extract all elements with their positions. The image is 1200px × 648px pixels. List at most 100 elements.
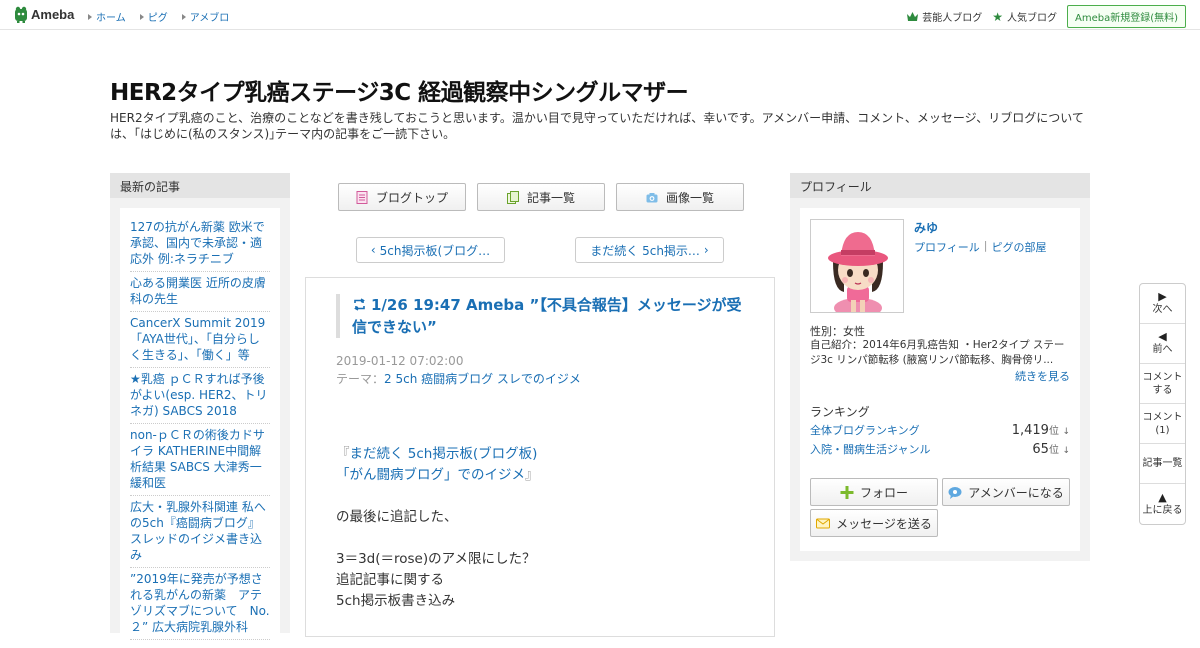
document-icon bbox=[356, 190, 368, 204]
follow-button[interactable]: フォロー bbox=[810, 478, 938, 506]
next-entry-float-button[interactable]: ▶ 次へ bbox=[1140, 284, 1185, 324]
previous-entry-label: 5ch掲示板(ブログ… bbox=[379, 243, 491, 258]
signup-button[interactable]: Ameba新規登録(無料) bbox=[1066, 5, 1186, 28]
arrow-down-icon: ↓ bbox=[1062, 446, 1070, 456]
comments-button[interactable]: コメント (1) bbox=[1140, 404, 1185, 444]
ranking-value: 1,419 bbox=[1011, 423, 1049, 438]
comments-label-1: コメント bbox=[1142, 411, 1183, 423]
speech-bubble-icon bbox=[948, 486, 962, 499]
read-more-link[interactable]: 続きを見る bbox=[1015, 368, 1070, 384]
quoted-entry-link[interactable]: まだ続く 5ch掲示板(ブログ板) bbox=[350, 446, 538, 462]
ranking-name[interactable]: 入院・闘病生活ジャンル bbox=[810, 441, 930, 457]
amember-label: アメンバーになる bbox=[968, 485, 1064, 500]
ranking-row: 全体ブログランキング 1,419位 ↓ bbox=[810, 422, 1070, 438]
chevron-left-icon: ‹ bbox=[370, 243, 376, 257]
tab-blog-top[interactable]: ブログトップ bbox=[338, 183, 466, 211]
global-header: Ameba ホーム ピグ アメブロ 芸能人ブログ ★ 人気ブログ Ameba新規… bbox=[0, 0, 1200, 30]
avatar[interactable] bbox=[810, 219, 904, 313]
recent-post-link[interactable]: CancerX Summit 2019 「AYA世代」、「自分らしく生きる」、「… bbox=[130, 316, 265, 362]
comments-count: (1) bbox=[1155, 424, 1170, 436]
profile-link[interactable]: プロフィール bbox=[914, 239, 980, 255]
recent-post-link[interactable]: ★乳癌 ｐＣＲすれば予後がよい(esp. HER2、トリネガ) SABCS 20… bbox=[130, 372, 268, 418]
entry-article: 1/26 19:47 Ameba ”【不具合報告】メッセージが受信できない” 2… bbox=[305, 277, 775, 637]
entry-title[interactable]: 1/26 19:47 Ameba ”【不具合報告】メッセージが受信できない” bbox=[352, 294, 756, 338]
entry-theme-link[interactable]: 2 5ch 癌闘病ブログ スレでのイジメ bbox=[384, 372, 581, 386]
logo-text: Ameba bbox=[31, 7, 75, 22]
avatar-image bbox=[828, 232, 888, 312]
top-right-links: 芸能人ブログ ★ 人気ブログ Ameba新規登録(無料) bbox=[907, 5, 1186, 28]
back-to-top-label: 上に戻る bbox=[1142, 504, 1183, 516]
ameba-logo[interactable]: Ameba bbox=[14, 6, 74, 23]
recent-posts-panel: 最新の記事 127の抗がん新薬 欧米で承認、国内で未承認・適応外 例:ネラチニブ… bbox=[110, 173, 290, 648]
popular-blog-link[interactable]: ★ 人気ブログ bbox=[992, 9, 1057, 25]
pigg-room-link[interactable]: ピグの部屋 bbox=[992, 239, 1047, 255]
ranking-row: 入院・闘病生活ジャンル 65位 ↓ bbox=[810, 441, 1070, 457]
celebrity-blog-link[interactable]: 芸能人ブログ bbox=[907, 9, 982, 24]
recent-post-link[interactable]: 心ある開業医 近所の皮膚科の先生 bbox=[130, 276, 266, 306]
chevron-right-icon: › bbox=[703, 243, 709, 257]
back-to-top-button[interactable]: ▲ 上に戻る bbox=[1140, 484, 1185, 524]
previous-entry-button[interactable]: ‹ 5ch掲示板(ブログ… bbox=[356, 237, 505, 263]
ranking-heading: ランキング bbox=[810, 405, 870, 419]
send-message-button[interactable]: メッセージを送る bbox=[810, 509, 938, 537]
ranking-value: 65 bbox=[1032, 442, 1049, 457]
follow-label: フォロー bbox=[859, 485, 908, 500]
next-entry-button[interactable]: まだ続く 5ch掲示… › bbox=[575, 237, 724, 263]
entry-theme-label: テーマ： bbox=[336, 372, 385, 386]
blog-title[interactable]: HER2タイプ乳癌ステージ3C 経過観察中シングルマザー bbox=[110, 73, 689, 107]
quoted-entry-link-line2[interactable]: 「がん闘病ブログ」でのイジメ bbox=[336, 467, 525, 483]
prev-float-label: 前へ bbox=[1152, 344, 1173, 355]
entry-list-float-label: 記事一覧 bbox=[1142, 458, 1183, 469]
play-right-icon: ▶ bbox=[1158, 290, 1167, 303]
envelope-icon bbox=[816, 518, 831, 528]
recent-post-link[interactable]: non-ｐＣＲの術後カドサイラ KATHERINE中間解析結果 SABCS 大津… bbox=[130, 428, 265, 490]
ranking-unit: 位 bbox=[1048, 426, 1059, 437]
list-item: non-ｐＣＲの術後カドサイラ KATHERINE中間解析結果 SABCS 大津… bbox=[130, 424, 270, 496]
nav-ameblo[interactable]: アメブロ bbox=[181, 9, 230, 24]
floating-nav: ▶ 次へ ◀ 前へ コメント する コメント (1) 記事一覧 ▲ 上に戻る bbox=[1139, 283, 1186, 525]
entry-line: 追記記事に関する bbox=[336, 572, 444, 588]
next-entry-label: まだ続く 5ch掲示… bbox=[590, 243, 700, 258]
entry-list-float-button[interactable]: 記事一覧 bbox=[1140, 444, 1185, 484]
triangle-up-icon: ▲ bbox=[1158, 490, 1167, 504]
list-item: ”2019年に発売が予想される乳がんの新薬 アテゾリズマブについて No.２” … bbox=[130, 568, 270, 640]
recent-post-link[interactable]: 127の抗がん新薬 欧米で承認、国内で未承認・適応外 例:ネラチニブ bbox=[130, 220, 265, 266]
write-comment-label-2: する bbox=[1152, 384, 1173, 396]
nav-pigg[interactable]: ピグ bbox=[139, 9, 168, 24]
profile-intro: 自己紹介：2014年6月乳癌告知 ・Her2タイプ ステージ3c リンパ節転移 … bbox=[810, 339, 1065, 366]
list-item: CancerX Summit 2019 「AYA世代」、「自分らしく生きる」、「… bbox=[130, 312, 270, 368]
entry-title-text: 1/26 19:47 Ameba ”【不具合報告】メッセージが受信できない” bbox=[352, 296, 742, 336]
write-comment-button[interactable]: コメント する bbox=[1140, 364, 1185, 404]
recent-post-link[interactable]: ”2019年に発売が予想される乳がんの新薬 アテゾリズマブについて No.２” … bbox=[130, 572, 270, 634]
entry-date: 2019-01-12 07:02:00 bbox=[336, 354, 464, 368]
ranking-name[interactable]: 全体ブログランキング bbox=[810, 422, 920, 438]
next-float-label: 次へ bbox=[1152, 304, 1173, 315]
nav-ameblo-label: アメブロ bbox=[189, 13, 230, 24]
triangle-right-icon bbox=[88, 13, 92, 20]
tab-image-list[interactable]: 画像一覧 bbox=[616, 183, 744, 211]
blog-description: HER2タイプ乳癌のこと、治療のことなどを書き残しておこうと思います。温かい目で… bbox=[110, 111, 1084, 141]
send-message-label: メッセージを送る bbox=[836, 516, 932, 531]
profile-panel: プロフィール みゆ プロフィール | ピグの部屋 性別：女性 自己紹介：2014… bbox=[790, 173, 1090, 561]
tab-entry-list-label: 記事一覧 bbox=[526, 190, 575, 205]
profile-links: プロフィール | ピグの部屋 bbox=[914, 239, 1047, 255]
ranking-unit: 位 bbox=[1048, 445, 1059, 456]
list-item: ★乳癌 ｐＣＲすれば予後がよい(esp. HER2、トリネガ) SABCS 20… bbox=[130, 368, 270, 424]
play-left-icon: ◀ bbox=[1158, 330, 1167, 343]
list-icon bbox=[506, 190, 519, 204]
entry-line: 5ch掲示板書き込み bbox=[336, 593, 456, 609]
link-separator: | bbox=[983, 239, 988, 252]
star-icon: ★ bbox=[992, 9, 1003, 24]
amember-button[interactable]: アメンバーになる bbox=[942, 478, 1070, 506]
celebrity-blog-label: 芸能人ブログ bbox=[922, 13, 983, 24]
profile-name[interactable]: みゆ bbox=[914, 219, 938, 236]
prev-entry-float-button[interactable]: ◀ 前へ bbox=[1140, 324, 1185, 364]
quote-open: 『 bbox=[336, 446, 350, 462]
blog-tabs: ブログトップ 記事一覧 画像一覧 bbox=[338, 183, 744, 211]
recent-post-link[interactable]: 広大・乳腺外科関連 私への5ch『癌闘病ブログ』スレッドのイジメ書き込み bbox=[130, 500, 266, 562]
nav-home[interactable]: ホーム bbox=[88, 9, 126, 24]
tab-entry-list[interactable]: 記事一覧 bbox=[477, 183, 605, 211]
profile-card: みゆ プロフィール | ピグの部屋 性別：女性 自己紹介：2014年6月乳癌告知… bbox=[800, 208, 1080, 551]
plus-icon bbox=[840, 485, 854, 499]
nav-pigg-label: ピグ bbox=[147, 13, 168, 24]
